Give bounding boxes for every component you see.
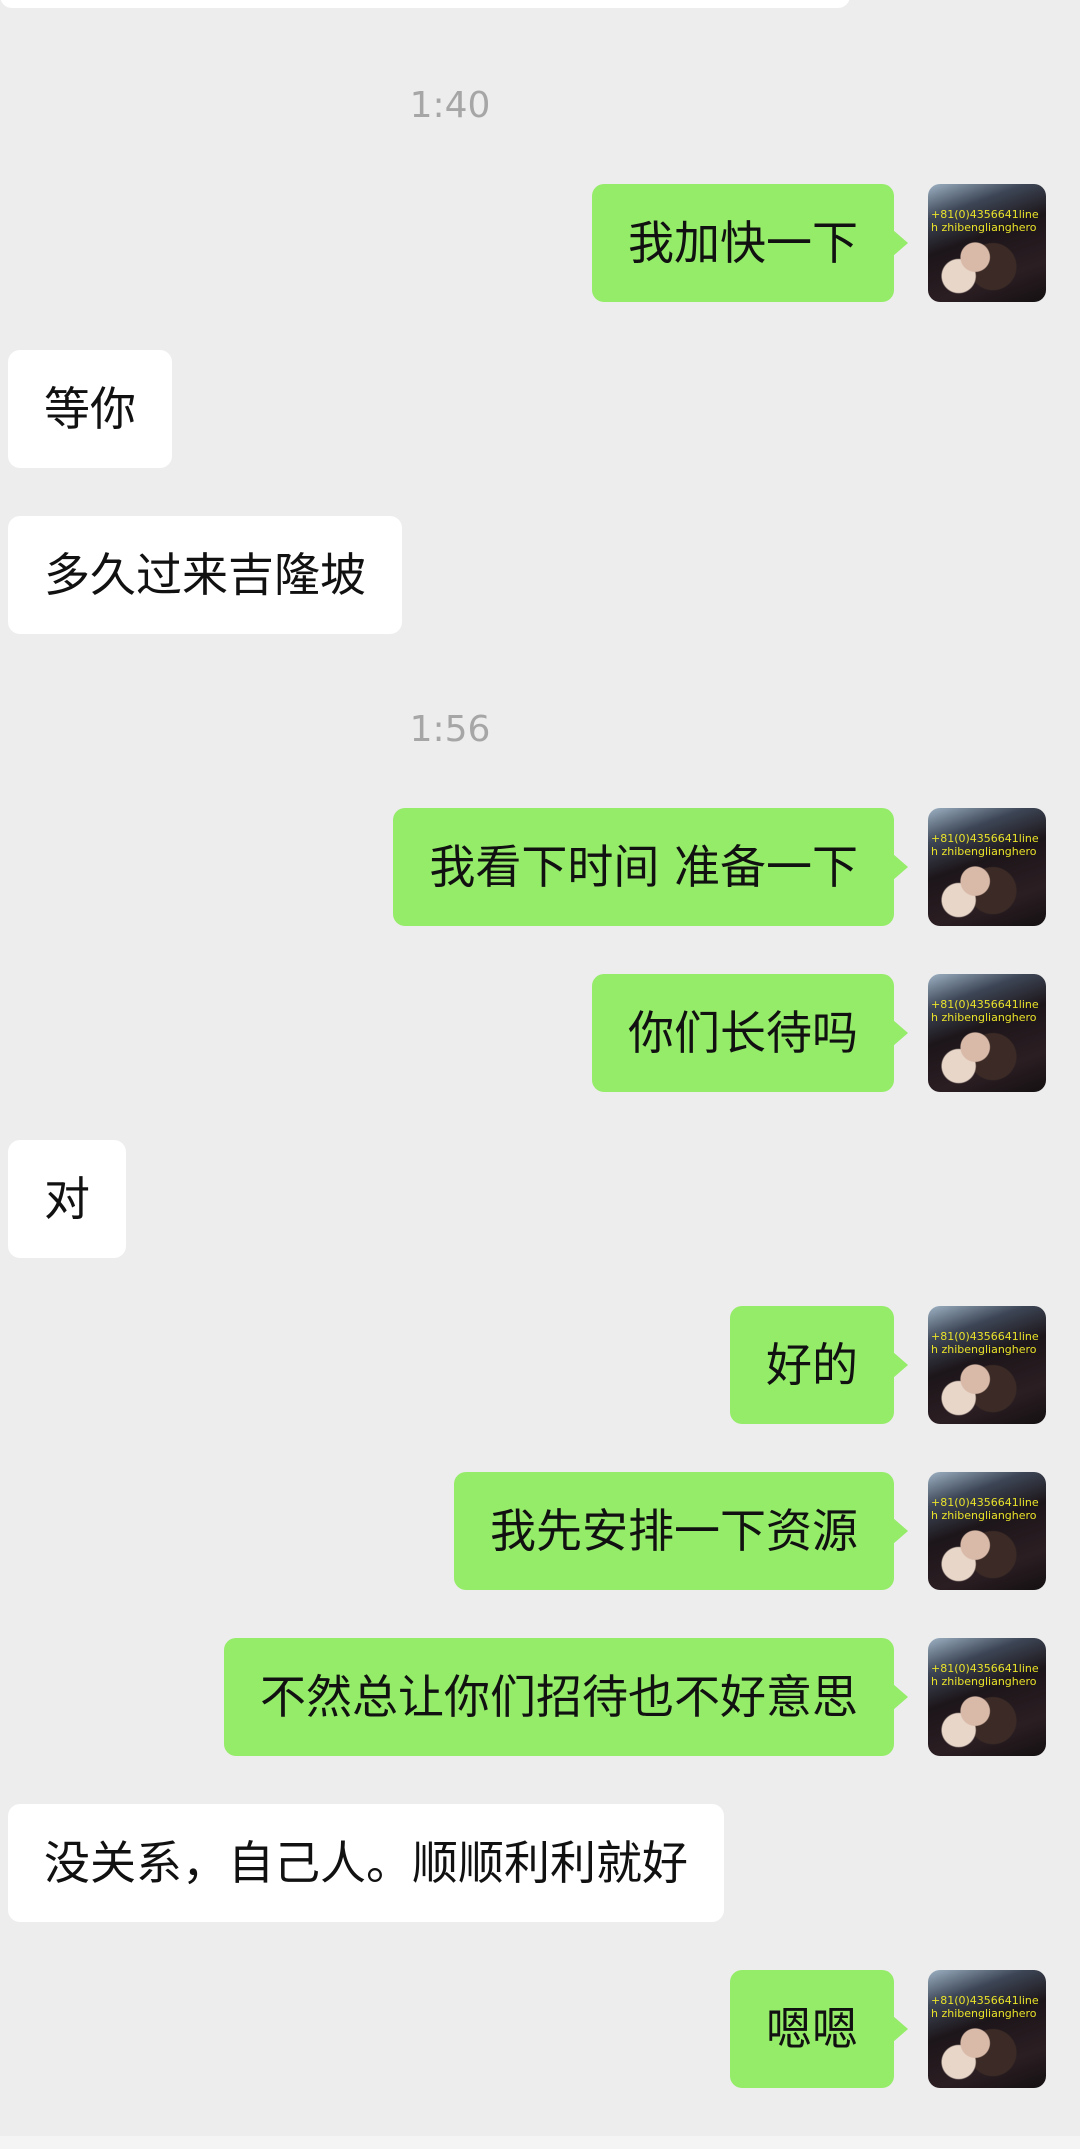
avatar-watermark: +81(0)4356641lineh zhibenglianghero xyxy=(931,998,1039,1024)
avatar-watermark: +81(0)4356641lineh zhibenglianghero xyxy=(931,1496,1039,1522)
user-avatar[interactable]: +81(0)4356641lineh zhibenglianghero xyxy=(928,1472,1046,1590)
timestamp: 1:56 xyxy=(409,709,491,750)
previous-message-bubble xyxy=(0,0,850,8)
message-row-sent: 我看下时间 准备一下 +81(0)4356641lineh zhibenglia… xyxy=(0,808,1080,926)
sent-message-bubble[interactable]: 不然总让你们招待也不好意思 xyxy=(224,1638,908,1756)
message-row-sent: 我先安排一下资源 +81(0)4356641lineh zhibengliang… xyxy=(0,1472,1080,1590)
message-row-sent: 我加快一下 +81(0)4356641lineh zhibengliangher… xyxy=(0,184,1080,302)
message-row-sent: 嗯嗯 +81(0)4356641lineh zhibenglianghero xyxy=(0,1970,1080,2088)
avatar-watermark: +81(0)4356641lineh zhibenglianghero xyxy=(931,1330,1039,1356)
sent-message-bubble[interactable]: 我看下时间 准备一下 xyxy=(393,808,908,926)
avatar-watermark: +81(0)4356641lineh zhibenglianghero xyxy=(931,832,1039,858)
sent-message-bubble[interactable]: 我先安排一下资源 xyxy=(454,1472,908,1590)
received-message-bubble[interactable]: 多久过来吉隆坡 xyxy=(8,516,402,634)
user-avatar[interactable]: +81(0)4356641lineh zhibenglianghero xyxy=(928,974,1046,1092)
user-avatar[interactable]: +81(0)4356641lineh zhibenglianghero xyxy=(928,1306,1046,1424)
user-avatar[interactable]: +81(0)4356641lineh zhibenglianghero xyxy=(928,1970,1046,2088)
sent-message-bubble[interactable]: 我加快一下 xyxy=(592,184,908,302)
message-row-sent: 你们长待吗 +81(0)4356641lineh zhibengliangher… xyxy=(0,974,1080,1092)
user-avatar[interactable]: +81(0)4356641lineh zhibenglianghero xyxy=(928,184,1046,302)
user-avatar[interactable]: +81(0)4356641lineh zhibenglianghero xyxy=(928,808,1046,926)
received-message-bubble[interactable]: 对 xyxy=(8,1140,126,1258)
avatar-watermark: +81(0)4356641lineh zhibenglianghero xyxy=(931,1994,1039,2020)
message-row-received: 没关系，自己人。顺顺利利就好 xyxy=(0,1804,1080,1922)
message-row-sent: 好的 +81(0)4356641lineh zhibenglianghero xyxy=(0,1306,1080,1424)
message-row-received: 对 xyxy=(0,1140,1080,1258)
user-avatar[interactable]: +81(0)4356641lineh zhibenglianghero xyxy=(928,1638,1046,1756)
chat-area[interactable]: 1:40 我加快一下 +81(0)4356641lineh zhibenglia… xyxy=(0,0,1080,2149)
input-bar-edge xyxy=(0,2136,1080,2149)
sent-message-bubble[interactable]: 嗯嗯 xyxy=(730,1970,908,2088)
avatar-watermark: +81(0)4356641lineh zhibenglianghero xyxy=(931,208,1039,234)
timestamp: 1:40 xyxy=(409,85,491,126)
sent-message-bubble[interactable]: 你们长待吗 xyxy=(592,974,908,1092)
message-row-received: 多久过来吉隆坡 xyxy=(0,516,1080,634)
sent-message-bubble[interactable]: 好的 xyxy=(730,1306,908,1424)
avatar-watermark: +81(0)4356641lineh zhibenglianghero xyxy=(931,1662,1039,1688)
message-row-received: 等你 xyxy=(0,350,1080,468)
message-row-sent: 不然总让你们招待也不好意思 +81(0)4356641lineh zhibeng… xyxy=(0,1638,1080,1756)
received-message-bubble[interactable]: 没关系，自己人。顺顺利利就好 xyxy=(8,1804,724,1922)
received-message-bubble[interactable]: 等你 xyxy=(8,350,172,468)
